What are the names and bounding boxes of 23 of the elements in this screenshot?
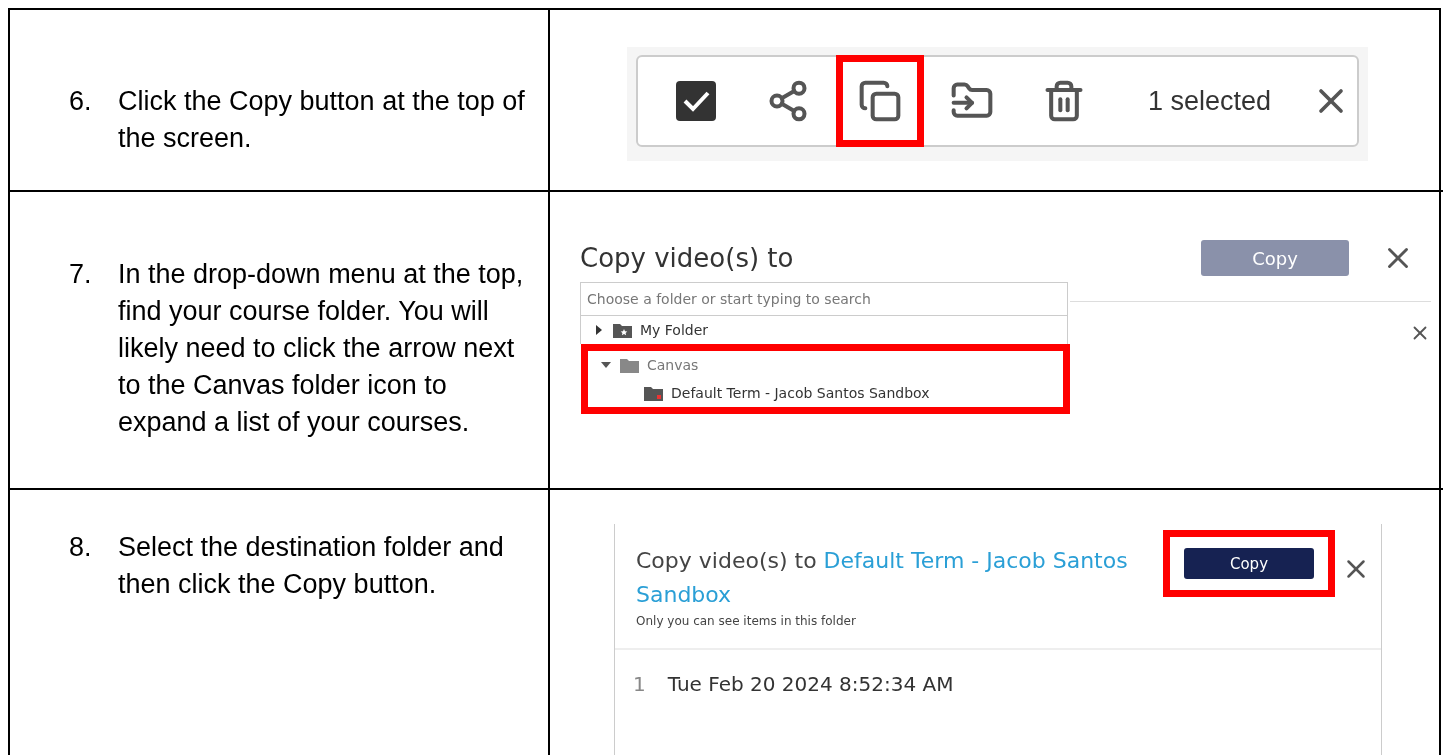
- dialog-title: Copy video(s) to Default Term - Jacob Santos Sandbox: [636, 547, 1129, 609]
- folder-name[interactable]: My Folder: [640, 322, 709, 338]
- dialog-title: Copy video(s) to: [580, 243, 795, 273]
- step-instruction: Select the destination folder and then click the Copy button.: [118, 531, 505, 601]
- folder-note: Only you can see items in this folder: [636, 614, 857, 628]
- step-instruction: In the drop-down menu at the top, find your course folder. You will likely need to click the arrow next to the Canvas folder icon to expand a list of your courses.: [118, 258, 525, 439]
- highlighted-tool-button[interactable]: [836, 55, 924, 147]
- folder-icon: [620, 357, 639, 373]
- step-instruction: Click the Copy button at the top of the screen.: [118, 85, 526, 155]
- copy-icon: [858, 79, 902, 123]
- folder-name[interactable]: Canvas: [647, 357, 699, 373]
- copy-button[interactable]: Copy: [1184, 548, 1314, 579]
- step-number: 7.: [69, 258, 93, 291]
- step-number: 6.: [69, 85, 93, 118]
- folder-search-field[interactable]: Choose a folder or start typing to search: [580, 282, 1068, 316]
- video-name[interactable]: Tue Feb 20 2024 8:52:34 AM: [667, 672, 954, 696]
- selection-count: 1 selected: [1148, 85, 1272, 117]
- checkbox-icon[interactable]: [676, 81, 716, 121]
- step-number: 8.: [69, 531, 93, 564]
- folder-icon: [644, 385, 663, 401]
- starred-folder-icon: [613, 322, 632, 338]
- folder-name[interactable]: Default Term - Jacob Santos Sandbox: [671, 385, 930, 401]
- row-number: 1: [633, 672, 646, 696]
